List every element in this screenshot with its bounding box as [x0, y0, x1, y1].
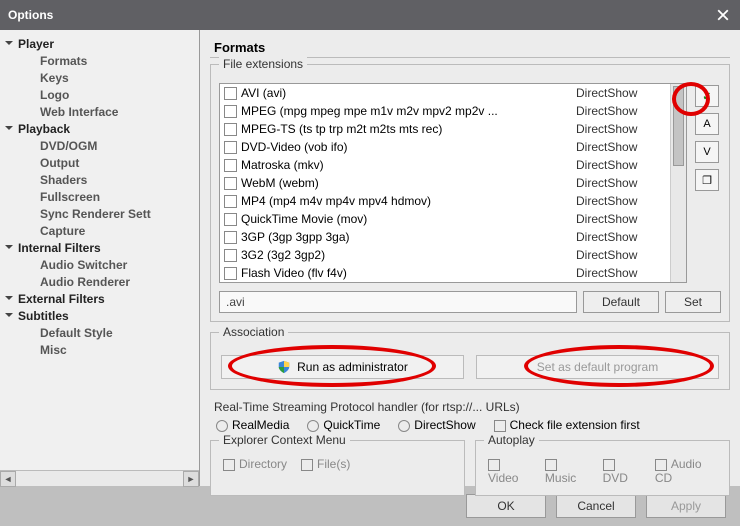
rtsp-check-ext[interactable]: Check file extension first — [494, 418, 640, 432]
clear-all-button[interactable]: ❐ — [695, 169, 719, 191]
tree-item[interactable]: Audio Switcher — [2, 257, 197, 274]
tree-item[interactable]: Web Interface — [2, 104, 197, 121]
rtsp-quicktime[interactable]: QuickTime — [307, 418, 380, 432]
format-row[interactable]: WebM (webm)DirectShow — [220, 174, 670, 192]
content-pane: Formats File extensions AVI (avi)DirectS… — [200, 30, 740, 486]
run-as-admin-button[interactable]: Run as administrator — [221, 355, 464, 379]
set-default-program-button[interactable]: Set as default program — [476, 355, 719, 379]
tree-item[interactable]: Shaders — [2, 172, 197, 189]
default-button[interactable]: Default — [583, 291, 659, 313]
tree-item[interactable]: DVD/OGM — [2, 138, 197, 155]
format-row[interactable]: MPEG-TS (ts tp trp m2t m2ts mts rec)Dire… — [220, 120, 670, 138]
format-row[interactable]: 3GP (3gp 3gpp 3ga)DirectShow — [220, 228, 670, 246]
sidebar-scrollbar[interactable]: ◄► — [0, 470, 199, 486]
tree-category[interactable]: Internal Filters — [2, 240, 197, 257]
tree-item[interactable]: Fullscreen — [2, 189, 197, 206]
video-filter-button[interactable]: V — [695, 141, 719, 163]
tree-category[interactable]: External Filters — [2, 291, 197, 308]
explorer-files[interactable]: File(s) — [301, 457, 350, 471]
tree-category[interactable]: Player — [2, 36, 197, 53]
tree-item[interactable]: Capture — [2, 223, 197, 240]
tree-item[interactable]: Default Style — [2, 325, 197, 342]
format-row[interactable]: Flash Video (flv f4v)DirectShow — [220, 264, 670, 282]
autoplay-audiocd[interactable]: Audio CD — [655, 457, 717, 485]
checkbox-icon[interactable] — [224, 159, 237, 172]
explorer-directory[interactable]: Directory — [223, 457, 287, 471]
tree-item[interactable]: Sync Renderer Sett — [2, 206, 197, 223]
group-legend: File extensions — [219, 57, 307, 71]
format-row[interactable]: Matroska (mkv)DirectShow — [220, 156, 670, 174]
rtsp-directshow[interactable]: DirectShow — [398, 418, 475, 432]
format-row[interactable]: MPEG (mpg mpeg mpe m1v m2v mpv2 mp2v ...… — [220, 102, 670, 120]
shield-icon — [277, 360, 291, 374]
close-icon[interactable] — [714, 6, 732, 24]
tree-item[interactable]: Output — [2, 155, 197, 172]
autoplay-music[interactable]: Music — [545, 457, 589, 485]
format-row[interactable]: MP4 (mp4 m4v mp4v mpv4 hdmov)DirectShow — [220, 192, 670, 210]
tree-item[interactable]: Keys — [2, 70, 197, 87]
set-button[interactable]: Set — [665, 291, 721, 313]
checkbox-icon[interactable] — [224, 105, 237, 118]
sidebar: PlayerFormatsKeysLogoWeb InterfacePlayba… — [0, 30, 200, 486]
checkbox-icon[interactable] — [224, 87, 237, 100]
rtsp-label: Real-Time Streaming Protocol handler (fo… — [214, 400, 730, 414]
tree-item[interactable]: Audio Renderer — [2, 274, 197, 291]
checkbox-icon[interactable] — [224, 267, 237, 280]
checkbox-icon[interactable] — [224, 213, 237, 226]
group-legend: Association — [219, 325, 288, 339]
format-row[interactable]: DVD-Video (vob ifo)DirectShow — [220, 138, 670, 156]
select-all-button[interactable]: ✓ — [695, 85, 719, 107]
checkbox-icon[interactable] — [224, 195, 237, 208]
page-title: Formats — [210, 38, 730, 58]
format-list[interactable]: AVI (avi)DirectShowMPEG (mpg mpeg mpe m1… — [220, 84, 670, 282]
rtsp-realmedia[interactable]: RealMedia — [216, 418, 289, 432]
checkbox-icon[interactable] — [224, 177, 237, 190]
window-title: Options — [8, 8, 53, 22]
tree-item[interactable]: Logo — [2, 87, 197, 104]
titlebar: Options — [0, 0, 740, 30]
autoplay-video[interactable]: Video — [488, 457, 531, 485]
autoplay-group: Autoplay Video Music DVD Audio CD — [475, 440, 730, 496]
checkbox-icon[interactable] — [224, 123, 237, 136]
audio-filter-button[interactable]: A — [695, 113, 719, 135]
tree-item[interactable]: Misc — [2, 342, 197, 359]
association-group: Association Run as administrator Set as … — [210, 332, 730, 390]
extension-input[interactable] — [219, 291, 577, 313]
tree-item[interactable]: Formats — [2, 53, 197, 70]
explorer-group: Explorer Context Menu Directory File(s) — [210, 440, 465, 496]
checkbox-icon[interactable] — [224, 231, 237, 244]
checkbox-icon[interactable] — [224, 141, 237, 154]
format-row[interactable]: AVI (avi)DirectShow — [220, 84, 670, 102]
format-row[interactable]: QuickTime Movie (mov)DirectShow — [220, 210, 670, 228]
file-extensions-group: File extensions AVI (avi)DirectShowMPEG … — [210, 64, 730, 322]
autoplay-dvd[interactable]: DVD — [603, 457, 641, 485]
tree-category[interactable]: Subtitles — [2, 308, 197, 325]
format-list-scrollbar[interactable] — [670, 84, 686, 282]
tree-category[interactable]: Playback — [2, 121, 197, 138]
checkbox-icon[interactable] — [224, 249, 237, 262]
format-row[interactable]: 3G2 (3g2 3gp2)DirectShow — [220, 246, 670, 264]
